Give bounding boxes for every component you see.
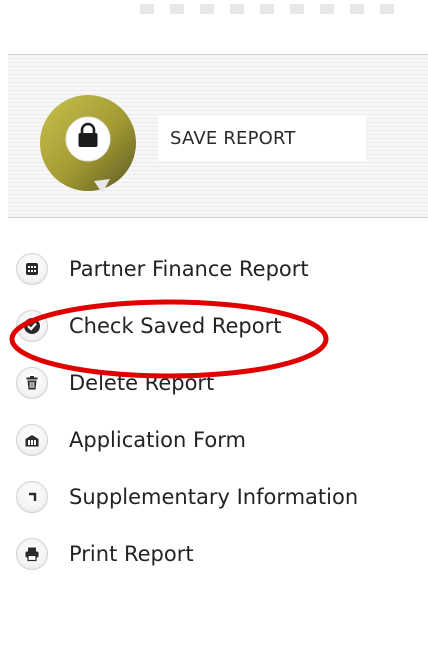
- menu-item-label: Application Form: [69, 428, 246, 452]
- printer-icon: [16, 538, 48, 570]
- menu-item-check-saved-report[interactable]: Check Saved Report: [16, 307, 358, 345]
- menu-item-application-form[interactable]: Application Form: [16, 421, 358, 459]
- building-icon: [16, 424, 48, 456]
- menu-item-supplementary-information[interactable]: Supplementary Information: [16, 478, 358, 516]
- menu-item-label: Supplementary Information: [69, 485, 359, 509]
- menu-item-delete-report[interactable]: Delete Report: [16, 364, 358, 402]
- menu-item-label: Print Report: [69, 542, 194, 566]
- menu-item-print-report[interactable]: Print Report: [16, 535, 358, 573]
- corner-arrow-icon: [16, 481, 48, 513]
- trash-icon: [16, 367, 48, 399]
- menu-item-partner-finance-report[interactable]: Partner Finance Report: [16, 250, 358, 288]
- menu-item-label: Check Saved Report: [69, 314, 282, 338]
- save-report-label: SAVE REPORT: [170, 127, 296, 149]
- save-report-panel: SAVE REPORT: [8, 54, 428, 218]
- report-actions-menu: Partner Finance Report Check Saved Repor…: [16, 250, 358, 592]
- save-report-badge[interactable]: [38, 93, 138, 193]
- menu-item-label: Partner Finance Report: [69, 257, 309, 281]
- save-report-button[interactable]: SAVE REPORT: [158, 115, 366, 161]
- top-faded-text: [140, 4, 410, 14]
- calculator-icon: [16, 253, 48, 285]
- menu-item-label: Delete Report: [69, 371, 215, 395]
- check-circle-icon: [16, 310, 48, 342]
